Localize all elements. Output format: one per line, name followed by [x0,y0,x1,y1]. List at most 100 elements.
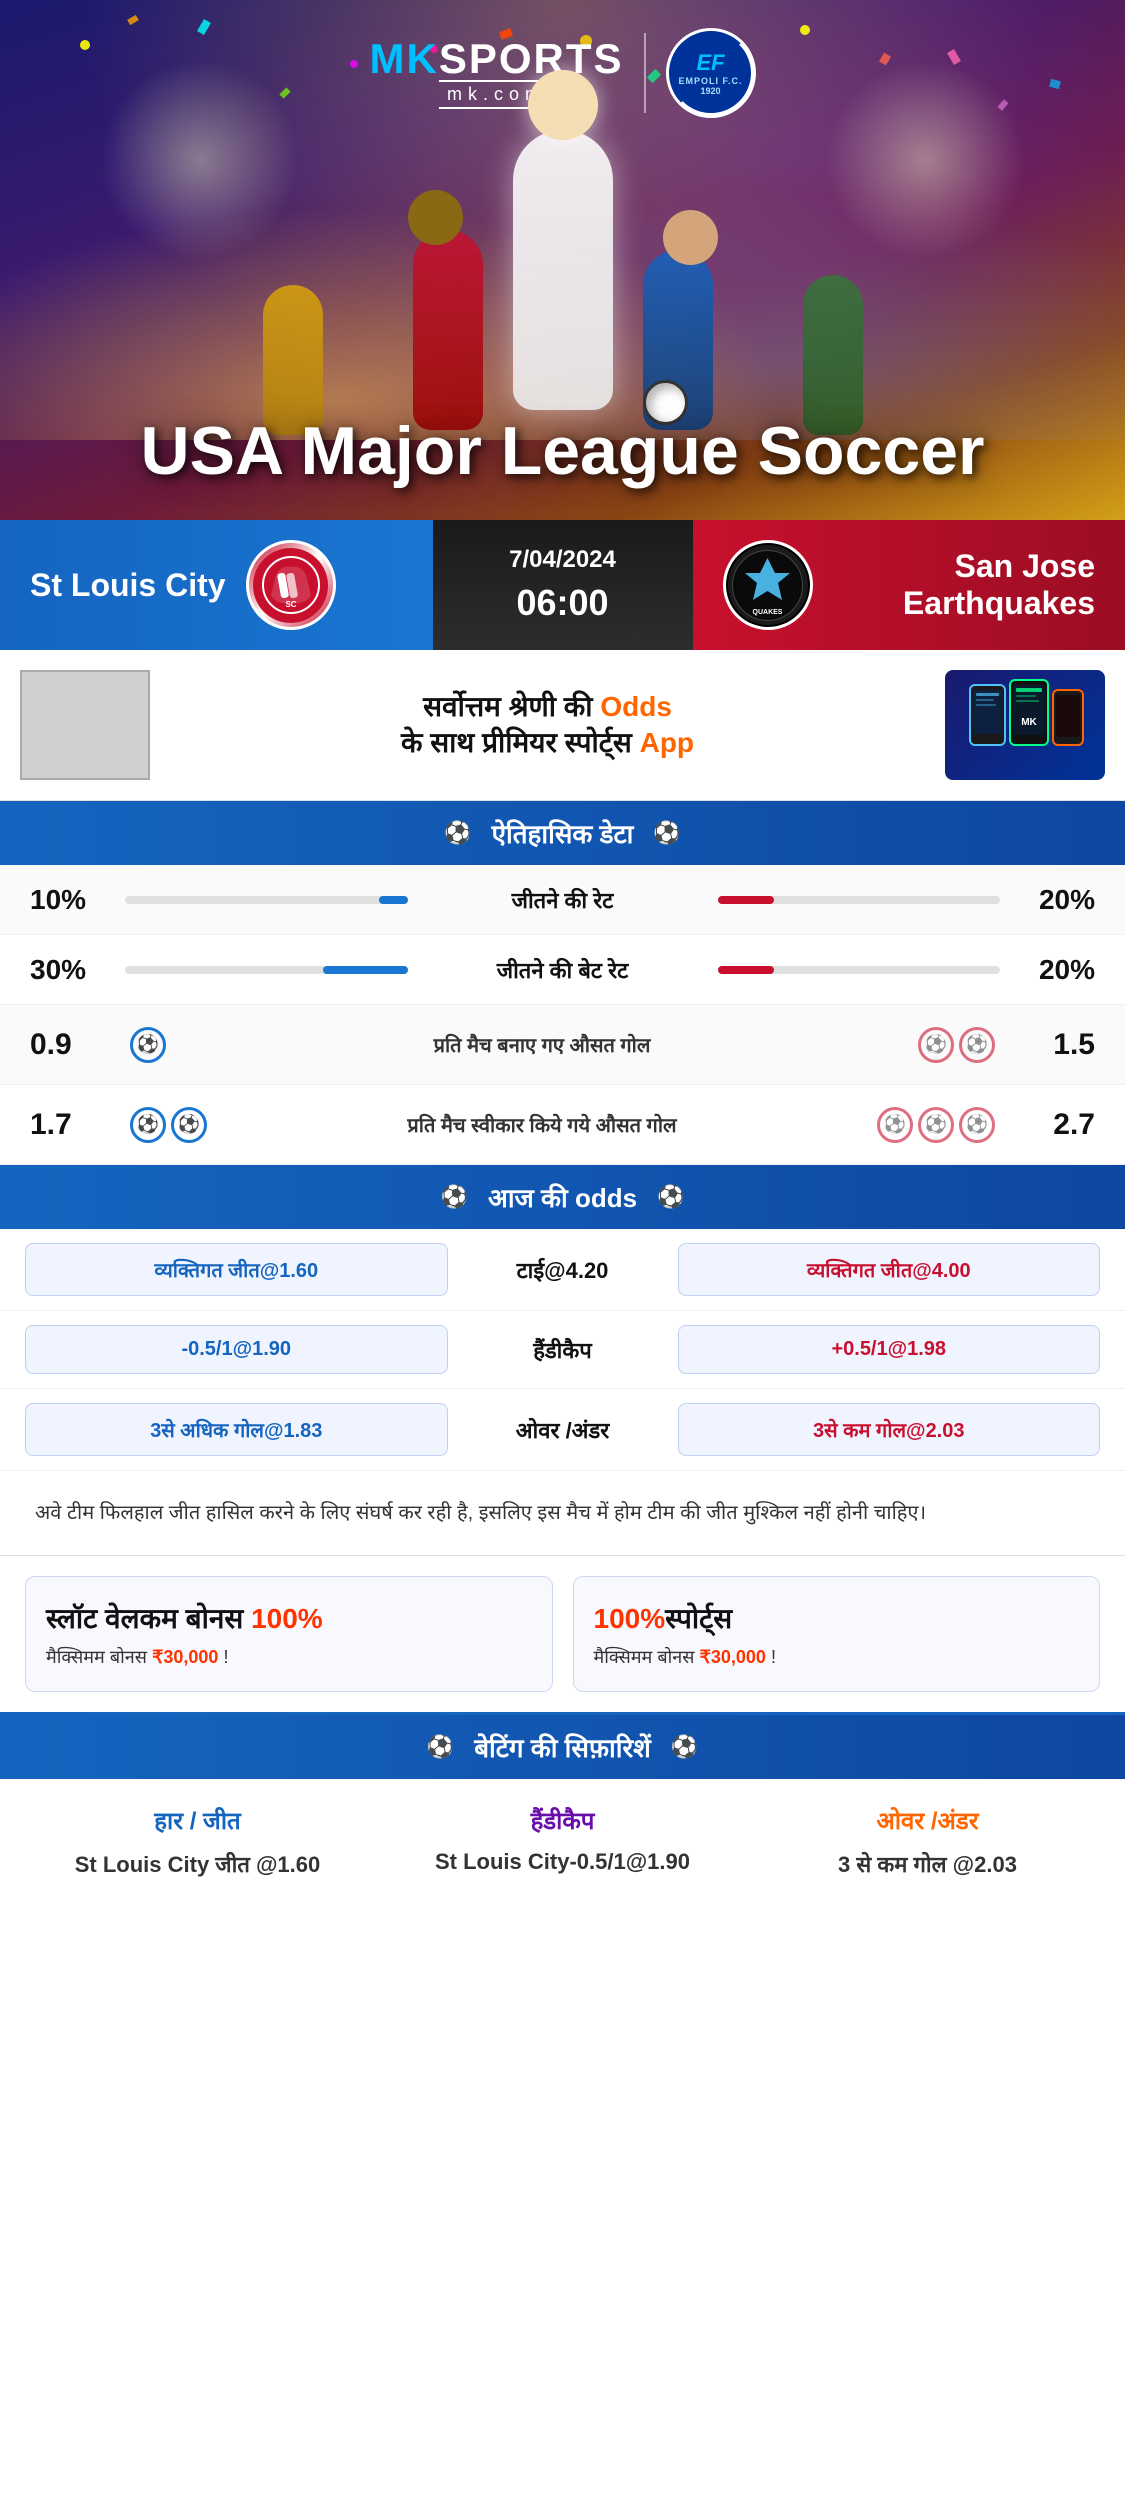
hero-banner: MKSPORTS mk.com EF EMPOLI F.C. 1920 U [0,0,1125,520]
soccer-icon-red-1b: ⚽ [918,1107,954,1143]
promo-phones: MK [945,670,1105,780]
odds-right-0[interactable]: व्यक्तिगत जीत@4.00 [678,1243,1101,1296]
stat-label-0: जीतने की रेट [423,885,703,915]
stat-row-bet-rate: 30% जीतने की बेट रेट 20% [0,935,1125,1005]
svg-text:MK: MK [1021,717,1037,728]
stat-bar-fill-left-1 [323,966,408,974]
odds-left-1[interactable]: -0.5/1@1.90 [25,1325,448,1374]
soccer-icon-red-1a: ⚽ [877,1107,913,1143]
soccer-icon-red-1c: ⚽ [959,1107,995,1143]
promo-main-text: सर्वोत्तम श्रेणी की Odds के साथ प्रीमियर… [170,689,925,762]
odds-section: व्यक्तिगत जीत@1.60 टाई@4.20 व्यक्तिगत जी… [0,1229,1125,1471]
betting-col-0: हार / जीत St Louis City जीत @1.60 [25,1804,370,1879]
away-team-name: San Jose Earthquakes [833,548,1096,622]
bonus-section: स्लॉट वेलकम बोनस 100% मैक्सिमम बोनस ₹30,… [0,1556,1125,1715]
betting-col-title-0: हार / जीत [154,1804,240,1837]
betting-section: ⚽ बेटिंग की सिफ़ारिशें ⚽ हार / जीत St Lo… [0,1715,1125,1904]
bonus-title-0: स्लॉट वेलकम बोनस 100% [46,1599,323,1637]
soccer-players-visual [0,60,1125,440]
goal-icons-left-0: ⚽ [130,1027,166,1063]
betting-col-value-0: St Louis City जीत @1.60 [75,1849,321,1879]
promo-image [20,670,150,780]
odds-ball-left: ⚽ [441,1184,468,1210]
svg-text:SC: SC [285,600,296,609]
goal-right-value-0: 1.5 [1015,1028,1095,1062]
betting-col-value-1: St Louis City-0.5/1@1.90 [435,1849,690,1875]
goal-left-value-1: 1.7 [30,1108,110,1142]
stat-bar-left-0 [125,896,408,904]
betting-title: बेटिंग की सिफ़ारिशें [474,1729,651,1765]
match-bar: St Louis City SC 7/04/2024 06:00 [0,520,1125,650]
betting-section-header: ⚽ बेटिंग की सिफ़ारिशें ⚽ [0,1715,1125,1779]
bonus-card-0[interactable]: स्लॉट वेलकम बोनस 100% मैक्सिमम बोनस ₹30,… [25,1576,553,1692]
odds-center-0: टाई@4.20 [463,1255,663,1285]
stat-right-value-1: 20% [1015,954,1095,986]
goal-left-value-0: 0.9 [30,1028,110,1062]
goal-label-0: प्रति मैच बनाए गए औसत गोल [186,1031,898,1058]
odds-right-2[interactable]: 3से कम गोल@2.03 [678,1403,1101,1456]
match-center: 7/04/2024 06:00 [433,520,693,650]
odds-center-2: ओवर /अंडर [463,1415,663,1445]
betting-ball-right: ⚽ [671,1734,698,1760]
soccer-ball-right: ⚽ [653,820,680,846]
goal-row-scored: 0.9 ⚽ प्रति मैच बनाए गए औसत गोल ⚽ ⚽ 1.5 [0,1005,1125,1085]
hero-title: USA Major League Soccer [0,412,1125,490]
soccer-icon-blue-0: ⚽ [130,1027,166,1063]
soccer-icon-red-0a: ⚽ [918,1027,954,1063]
odds-right-1[interactable]: +0.5/1@1.98 [678,1325,1101,1374]
stat-left-value-1: 30% [30,954,110,986]
soccer-ball-left: ⚽ [444,820,471,846]
analysis-section: अवे टीम फिलहाल जीत हासिल करने के लिए संघ… [0,1471,1125,1556]
odds-row-1: -0.5/1@1.90 हैंडीकैप +0.5/1@1.98 [0,1311,1125,1389]
stat-row-win-rate: 10% जीतने की रेट 20% [0,865,1125,935]
goal-icons-right-0: ⚽ ⚽ [918,1027,995,1063]
stat-left-value-0: 10% [30,884,110,916]
svg-text:QUAKES: QUAKES [753,609,783,616]
away-team-logo: QUAKES [723,540,813,630]
match-date: 7/04/2024 [509,546,616,574]
stat-right-value-0: 20% [1015,884,1095,916]
promo-text: सर्वोत्तम श्रेणी की Odds के साथ प्रीमियर… [170,689,925,762]
odds-section-header: ⚽ आज की odds ⚽ [0,1165,1125,1229]
match-time: 06:00 [516,582,608,624]
stat-bar-fill-right-0 [718,896,775,904]
stat-label-1: जीतने की बेट रेट [423,955,703,985]
odds-left-2[interactable]: 3से अधिक गोल@1.83 [25,1403,448,1456]
analysis-text: अवे टीम फिलहाल जीत हासिल करने के लिए संघ… [35,1496,1090,1530]
goal-right-value-1: 2.7 [1015,1108,1095,1142]
historical-title: ऐतिहासिक डेटा [492,815,634,851]
betting-col-title-1: हैंडीकैप [531,1804,595,1837]
away-team-section: QUAKES San Jose Earthquakes [693,520,1125,650]
stat-bar-right-0 [718,896,1001,904]
bonus-subtitle-0: मैक्सिमम बोनस ₹30,000 ! [46,1645,228,1669]
betting-col-value-2: 3 से कम गोल @2.03 [838,1849,1017,1879]
goal-icons-left-1: ⚽ ⚽ [130,1107,207,1143]
promo-banner: सर्वोत्तम श्रेणी की Odds के साथ प्रीमियर… [0,650,1125,801]
soccer-icon-blue-1b: ⚽ [171,1107,207,1143]
home-team-logo: SC [246,540,336,630]
odds-ball-right: ⚽ [657,1184,684,1210]
bonus-subtitle-1: मैक्सिमम बोनस ₹30,000 ! [594,1645,776,1669]
goal-row-conceded: 1.7 ⚽ ⚽ प्रति मैच स्वीकार किये गये औसत ग… [0,1085,1125,1165]
odds-row-0: व्यक्तिगत जीत@1.60 टाई@4.20 व्यक्तिगत जी… [0,1229,1125,1311]
stat-bar-fill-right-1 [718,966,775,974]
stat-bar-left-1 [125,966,408,974]
betting-col-2: ओवर /अंडर 3 से कम गोल @2.03 [755,1804,1100,1879]
goal-label-1: प्रति मैच स्वीकार किये गये औसत गोल [227,1111,857,1138]
bonus-title-1: 100%स्पोर्ट्स [594,1599,733,1637]
betting-ball-left: ⚽ [427,1734,454,1760]
historical-section-header: ⚽ ऐतिहासिक डेटा ⚽ [0,801,1125,865]
odds-center-1: हैंडीकैप [463,1335,663,1365]
bonus-card-1[interactable]: 100%स्पोर्ट्स मैक्सिमम बोनस ₹30,000 ! [573,1576,1101,1692]
stat-bar-fill-left-0 [379,896,407,904]
soccer-icon-blue-1a: ⚽ [130,1107,166,1143]
home-team-section: St Louis City SC [0,520,433,650]
goal-icons-right-1: ⚽ ⚽ ⚽ [877,1107,995,1143]
home-team-name: St Louis City [30,567,226,604]
odds-title: आज की odds [488,1179,637,1215]
historical-section: 10% जीतने की रेट 20% 30% जीतने की बेट रे… [0,865,1125,1165]
soccer-icon-red-0b: ⚽ [959,1027,995,1063]
betting-col-1: हैंडीकैप St Louis City-0.5/1@1.90 [390,1804,735,1879]
odds-row-2: 3से अधिक गोल@1.83 ओवर /अंडर 3से कम गोल@2… [0,1389,1125,1471]
odds-left-0[interactable]: व्यक्तिगत जीत@1.60 [25,1243,448,1296]
